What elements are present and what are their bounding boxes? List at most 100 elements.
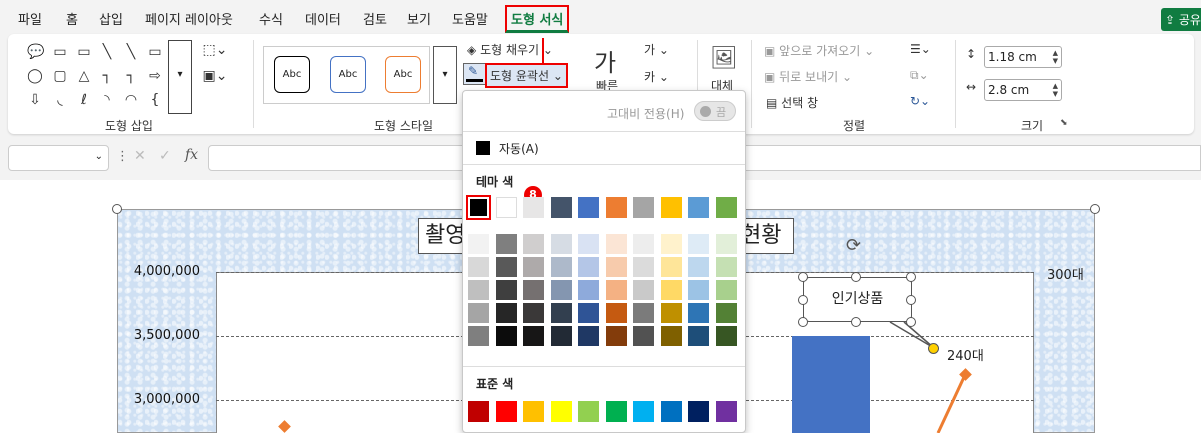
- menu-shape-format[interactable]: 도형 서식: [505, 5, 570, 33]
- rotate-handle-icon[interactable]: ⟳: [846, 235, 861, 256]
- theme-shade-swatch[interactable]: [468, 303, 489, 323]
- chevron-down-icon[interactable]: ⌄: [95, 151, 103, 162]
- edit-shape-icon[interactable]: ⬚⌄: [200, 42, 230, 58]
- theme-shade-swatch[interactable]: [468, 280, 489, 300]
- freeform-shape-icon[interactable]: ◟: [52, 92, 68, 108]
- down-arrow-shape-icon[interactable]: ⇩: [27, 92, 43, 108]
- chart-title-left[interactable]: 촬영: [418, 218, 468, 254]
- theme-shade-swatch[interactable]: [660, 234, 682, 254]
- menu-formulas[interactable]: 수식: [259, 9, 283, 28]
- theme-shade-swatch[interactable]: [468, 234, 489, 254]
- spinner-icon[interactable]: ▲ ▼: [1053, 49, 1058, 65]
- theme-shade-swatch[interactable]: [715, 303, 737, 323]
- share-button[interactable]: ⇪ 공유: [1161, 8, 1201, 31]
- curve-shape-icon[interactable]: ◝: [99, 92, 115, 108]
- line-marker[interactable]: [278, 420, 291, 433]
- theme-shade-swatch[interactable]: [715, 257, 737, 277]
- automatic-option[interactable]: 자동(A): [499, 140, 539, 157]
- high-contrast-toggle[interactable]: 끔: [694, 101, 736, 121]
- theme-shade-swatch[interactable]: [578, 257, 599, 277]
- brace-shape-icon[interactable]: {: [147, 92, 163, 108]
- scribble-shape-icon[interactable]: ℓ: [76, 92, 92, 108]
- standard-color-swatch[interactable]: [495, 401, 517, 422]
- theme-color-swatch[interactable]: [523, 197, 544, 218]
- theme-shade-swatch[interactable]: [495, 303, 517, 323]
- theme-shade-swatch[interactable]: [550, 326, 572, 346]
- standard-color-swatch[interactable]: [605, 401, 627, 422]
- theme-shade-swatch[interactable]: [468, 326, 489, 346]
- theme-color-swatch[interactable]: [688, 197, 709, 218]
- shape-width-input[interactable]: 2.8 cm ▲ ▼: [984, 79, 1062, 101]
- enter-icon[interactable]: ✓: [159, 148, 171, 164]
- theme-shade-swatch[interactable]: [578, 234, 599, 254]
- adjust-handle[interactable]: [928, 343, 939, 354]
- theme-shade-swatch[interactable]: [550, 303, 572, 323]
- theme-shade-swatch[interactable]: [605, 326, 627, 346]
- callout-shape[interactable]: 인기상품: [803, 277, 912, 322]
- theme-shade-swatch[interactable]: [660, 303, 682, 323]
- shape-height-input[interactable]: 1.18 cm ▲ ▼: [984, 46, 1062, 68]
- theme-color-swatch[interactable]: [578, 197, 599, 218]
- align-icon[interactable]: ☰⌄: [910, 42, 931, 56]
- name-box[interactable]: ⌄: [8, 145, 109, 171]
- theme-shade-swatch[interactable]: [715, 280, 737, 300]
- menu-view[interactable]: 보기: [407, 9, 431, 28]
- cancel-icon[interactable]: ✕: [134, 148, 146, 164]
- style-sample-black[interactable]: Abc: [274, 56, 310, 93]
- line-marker[interactable]: [959, 368, 972, 381]
- theme-color-swatch[interactable]: [605, 197, 627, 218]
- style-gallery-more-button[interactable]: ▾: [433, 46, 457, 104]
- standard-color-swatch[interactable]: [660, 401, 682, 422]
- shape-fill-button[interactable]: ◈ 도형 채우기 ⌄: [467, 41, 553, 58]
- theme-shade-swatch[interactable]: [633, 280, 654, 300]
- resize-handle[interactable]: [112, 204, 122, 214]
- standard-color-swatch[interactable]: [633, 401, 654, 422]
- theme-shade-swatch[interactable]: [633, 326, 654, 346]
- resize-handle[interactable]: [851, 272, 861, 282]
- menu-home[interactable]: 홈: [66, 9, 78, 28]
- theme-shade-swatch[interactable]: [633, 234, 654, 254]
- text-box-insert-icon[interactable]: ▣⌄: [200, 68, 230, 84]
- insert-function-icon[interactable]: fx: [185, 147, 198, 163]
- theme-color-swatch[interactable]: [466, 195, 491, 220]
- standard-color-swatch[interactable]: [715, 401, 737, 422]
- theme-shade-swatch[interactable]: [660, 326, 682, 346]
- automatic-swatch[interactable]: [476, 141, 490, 155]
- menu-review[interactable]: 검토: [363, 9, 387, 28]
- oval-shape-icon[interactable]: ◯: [27, 68, 43, 84]
- theme-shade-swatch[interactable]: [633, 303, 654, 323]
- theme-shade-swatch[interactable]: [495, 326, 517, 346]
- theme-shade-swatch[interactable]: [633, 257, 654, 277]
- vertical-textbox-icon[interactable]: ▭: [76, 44, 92, 60]
- standard-color-swatch[interactable]: [550, 401, 572, 422]
- theme-shade-swatch[interactable]: [523, 257, 544, 277]
- right-arrow-shape-icon[interactable]: ⇨: [147, 68, 163, 84]
- theme-shade-swatch[interactable]: [688, 280, 709, 300]
- theme-shade-swatch[interactable]: [688, 257, 709, 277]
- shape-outline-button[interactable]: 도형 윤곽선 ⌄: [485, 63, 568, 88]
- resize-handle[interactable]: [798, 295, 808, 305]
- more-options-icon[interactable]: ⋮: [116, 149, 129, 164]
- standard-color-swatch[interactable]: [468, 401, 489, 422]
- text-fill-icon[interactable]: 가 ⌄: [644, 41, 669, 58]
- menu-data[interactable]: 데이터: [305, 9, 341, 28]
- theme-color-swatch[interactable]: [550, 197, 572, 218]
- resize-handle[interactable]: [1090, 204, 1100, 214]
- resize-handle[interactable]: [906, 317, 916, 327]
- style-sample-blue[interactable]: Abc: [330, 56, 366, 93]
- resize-handle[interactable]: [798, 317, 808, 327]
- theme-shade-swatch[interactable]: [688, 234, 709, 254]
- elbow-arrow-icon[interactable]: ┐: [123, 68, 139, 84]
- resize-handle[interactable]: [798, 272, 808, 282]
- pen-outline-icon[interactable]: ✎: [463, 63, 486, 85]
- bring-forward-button[interactable]: ▣ 앞으로 가져오기 ⌄: [764, 42, 874, 59]
- elbow-connector-icon[interactable]: ┐: [99, 68, 115, 84]
- line-shape-icon[interactable]: ╲: [99, 44, 115, 60]
- group-objects-icon[interactable]: ⧉⌄: [910, 68, 929, 83]
- theme-shade-swatch[interactable]: [550, 234, 572, 254]
- theme-shade-swatch[interactable]: [660, 257, 682, 277]
- standard-color-swatch[interactable]: [578, 401, 599, 422]
- theme-shade-swatch[interactable]: [715, 234, 737, 254]
- textbox-shape-icon[interactable]: ▭: [52, 44, 68, 60]
- theme-shade-swatch[interactable]: [550, 280, 572, 300]
